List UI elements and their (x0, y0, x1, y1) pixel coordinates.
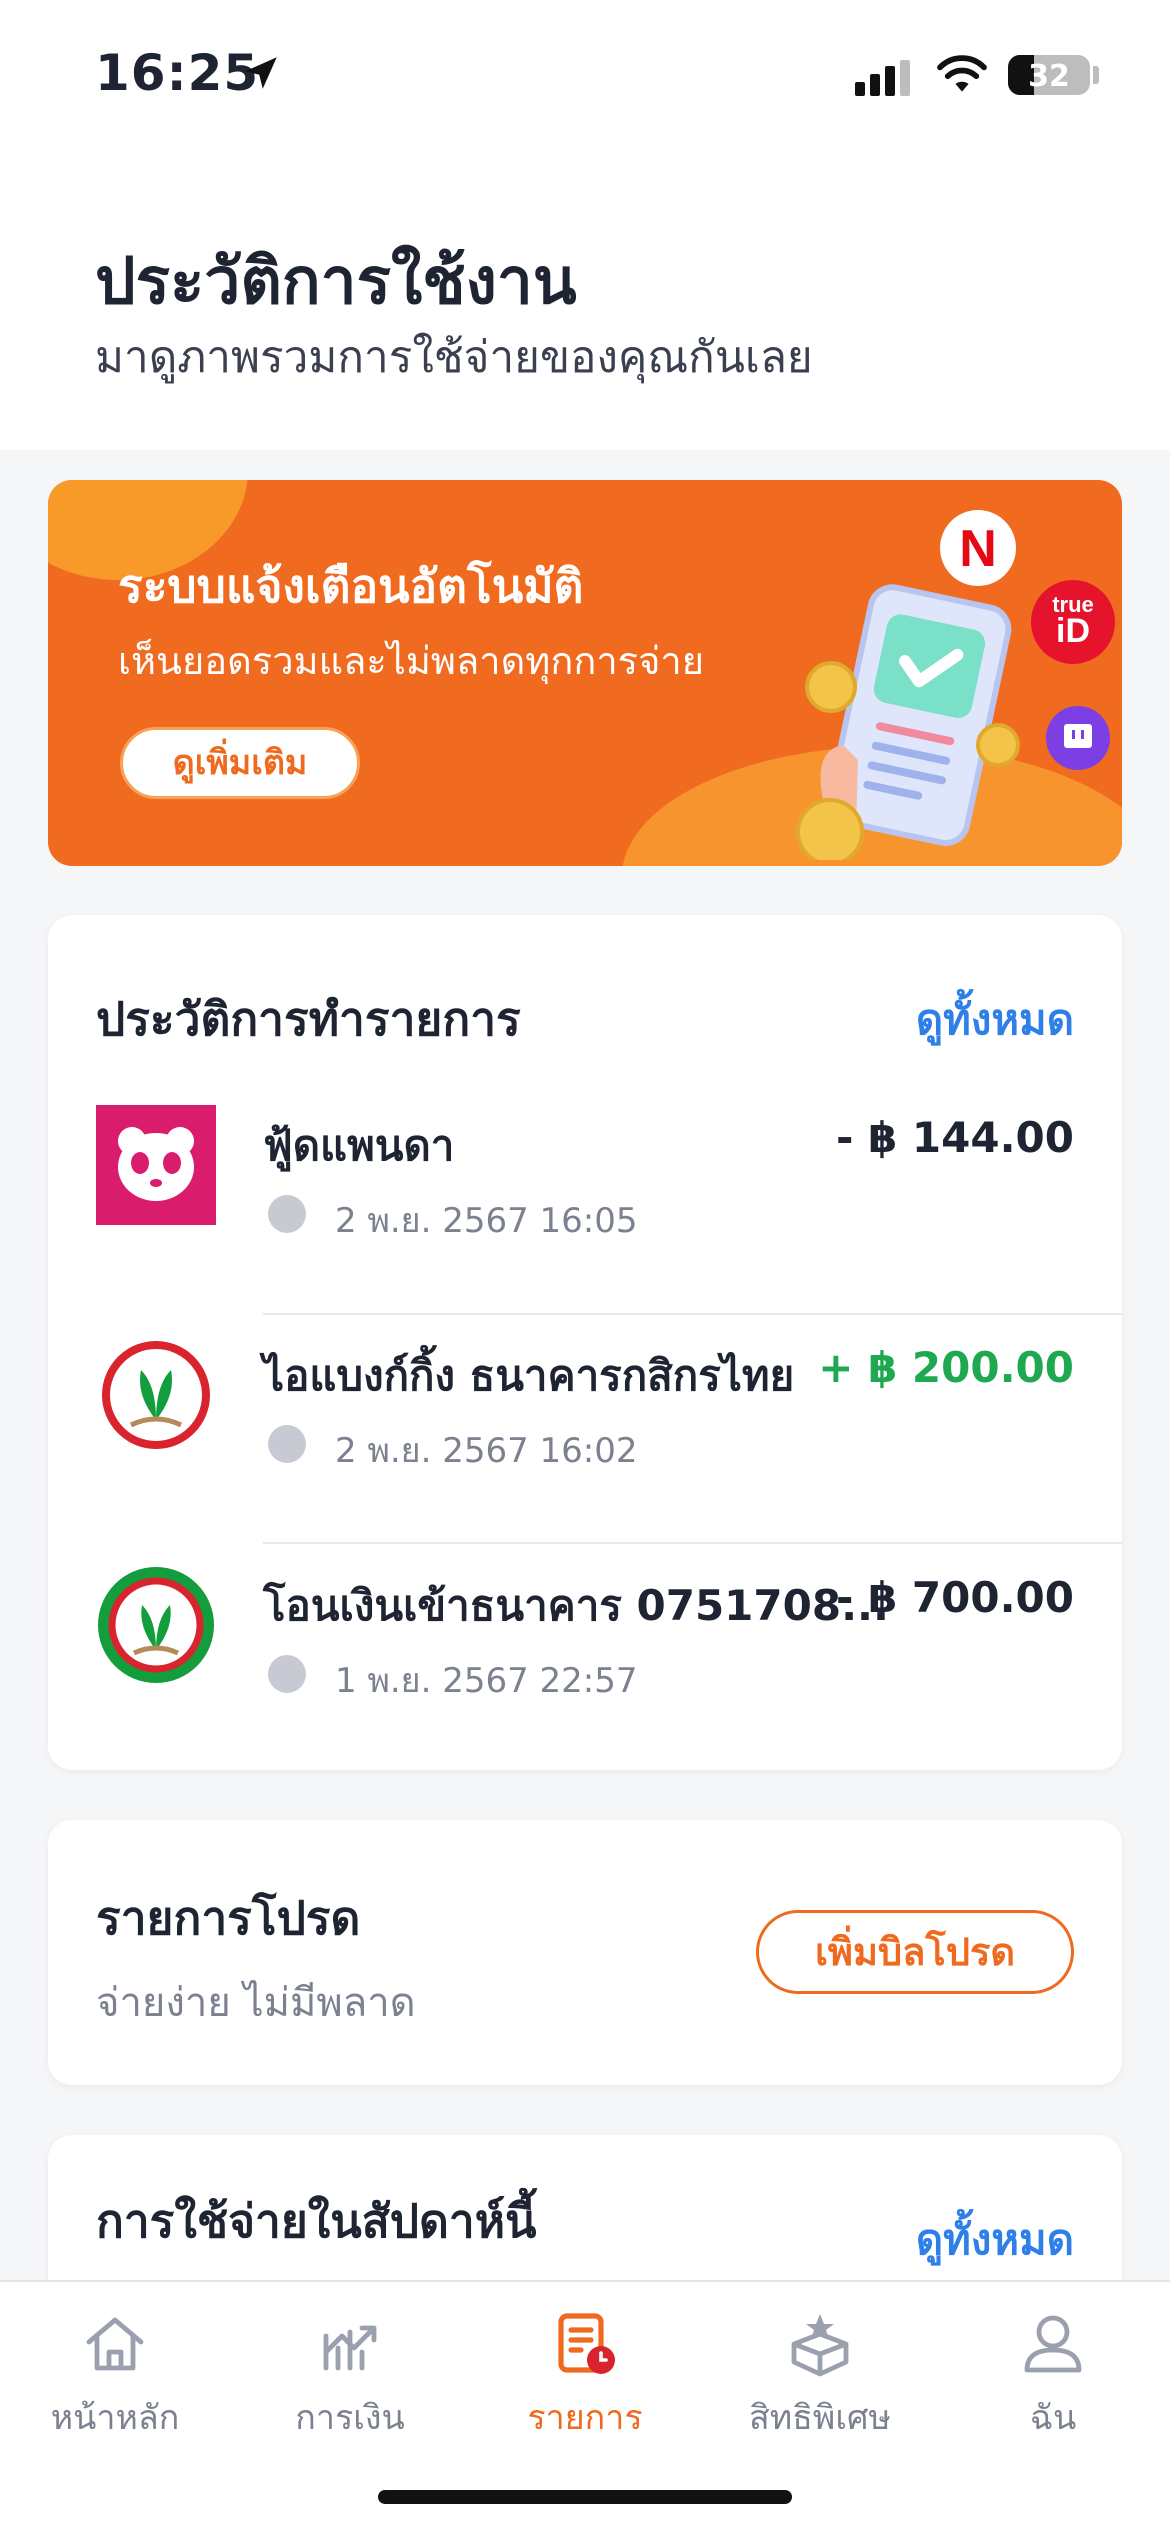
wifi-icon (937, 55, 987, 92)
add-favorite-bill-button[interactable]: เพิ่มบิลโปรด (756, 1910, 1074, 1994)
transaction-time: 2 พ.ย. 2567 16:02 (335, 1431, 638, 1471)
gift-icon (791, 2314, 849, 2377)
transaction-name: ไอแบงก์กิ้ง ธนาคารกสิกรไทย (263, 1351, 795, 1400)
battery-tip (1093, 66, 1099, 84)
list-icon (558, 2313, 615, 2374)
nav-item-privileges[interactable]: สิทธิพิเศษ (710, 2308, 930, 2444)
kbank-logo-icon (102, 1341, 210, 1449)
nav-label: รายการ (527, 2398, 643, 2438)
nav-label: การเงิน (295, 2398, 405, 2438)
transaction-amount: + ฿ 200.00 (818, 1343, 1074, 1392)
clock-icon (268, 1425, 306, 1463)
favorites-title: รายการโปรด (96, 1891, 361, 1945)
weekly-view-all-link[interactable]: ดูทั้งหมด (916, 2207, 1074, 2273)
nav-item-profile[interactable]: ฉัน (943, 2308, 1163, 2444)
transaction-time: 1 พ.ย. 2567 22:57 (335, 1661, 638, 1701)
transaction-name: โอนเงินเข้าธนาคาร 0751708... (263, 1581, 889, 1630)
divider (263, 1542, 1122, 1544)
clock-icon (268, 1195, 306, 1233)
nav-item-finance[interactable]: การเงิน (240, 2308, 460, 2444)
promo-banner[interactable]: ระบบแจ้งเตือนอัตโนมัติ เห็นยอดรวมและไม่พ… (48, 480, 1122, 866)
transaction-name: ฟู้ดแพนดา (263, 1121, 455, 1170)
favorites-card: รายการโปรด จ่ายง่าย ไม่มีพลาด เพิ่มบิลโป… (48, 1820, 1122, 2085)
transaction-amount: - ฿ 144.00 (836, 1113, 1074, 1162)
home-indicator (378, 2490, 792, 2504)
nav-item-home[interactable]: หน้าหลัก (5, 2308, 225, 2444)
svg-text:iD: iD (1056, 612, 1090, 650)
phone-illustration: N true iD (796, 510, 1115, 860)
chart-icon (323, 2325, 377, 2371)
netflix-icon: N (959, 520, 997, 578)
transaction-row-foodpanda[interactable]: ฟู้ดแพนดา 2 พ.ย. 2567 16:05 - ฿ 144.00 (48, 1105, 1122, 1285)
transactions-view-all-link[interactable]: ดูทั้งหมด (916, 987, 1074, 1053)
banner-more-button[interactable]: ดูเพิ่มเติม (120, 727, 360, 799)
clock-icon (268, 1655, 306, 1693)
kbank-transfer-logo-icon (98, 1567, 214, 1683)
battery-icon: 32 (1008, 55, 1090, 95)
transaction-row-transfer[interactable]: โอนเงินเข้าธนาคาร 0751708... 1 พ.ย. 2567… (48, 1565, 1122, 1745)
profile-icon (1024, 2315, 1082, 2373)
page-subtitle: มาดูภาพรวมการใช้จ่ายของคุณกันเลย (95, 332, 813, 383)
weekly-title: การใช้จ่ายในสัปดาห์นี้ (96, 2194, 537, 2248)
banner-subtitle: เห็นยอดรวมและไม่พลาดทุกการจ่าย (118, 639, 704, 683)
page-title: ประวัติการใช้งาน (95, 245, 577, 319)
favorites-subtitle: จ่ายง่าย ไม่มีพลาด (96, 1980, 416, 2026)
status-time: 16:25 (95, 44, 260, 102)
nav-label: ฉัน (1029, 2398, 1077, 2438)
nav-item-transactions[interactable]: รายการ (475, 2308, 695, 2444)
transactions-title: ประวัติการทำรายการ (96, 992, 521, 1046)
transaction-row-kbank[interactable]: ไอแบงก์กิ้ง ธนาคารกสิกรไทย 2 พ.ย. 2567 1… (48, 1335, 1122, 1515)
banner-title: ระบบแจ้งเตือนอัตโนมัติ (118, 559, 584, 613)
divider (263, 1313, 1122, 1315)
location-arrow-icon (245, 57, 277, 89)
transactions-card: ประวัติการทำรายการ ดูทั้งหมด ฟู้ดแพนดา 2… (48, 915, 1122, 1770)
foodpanda-logo-icon (96, 1105, 216, 1225)
nav-label: หน้าหลัก (50, 2398, 180, 2438)
home-icon (86, 2317, 144, 2371)
transaction-amount: - ฿ 700.00 (836, 1573, 1074, 1622)
nav-label: สิทธิพิเศษ (749, 2398, 891, 2438)
transaction-time: 2 พ.ย. 2567 16:05 (335, 1201, 638, 1241)
